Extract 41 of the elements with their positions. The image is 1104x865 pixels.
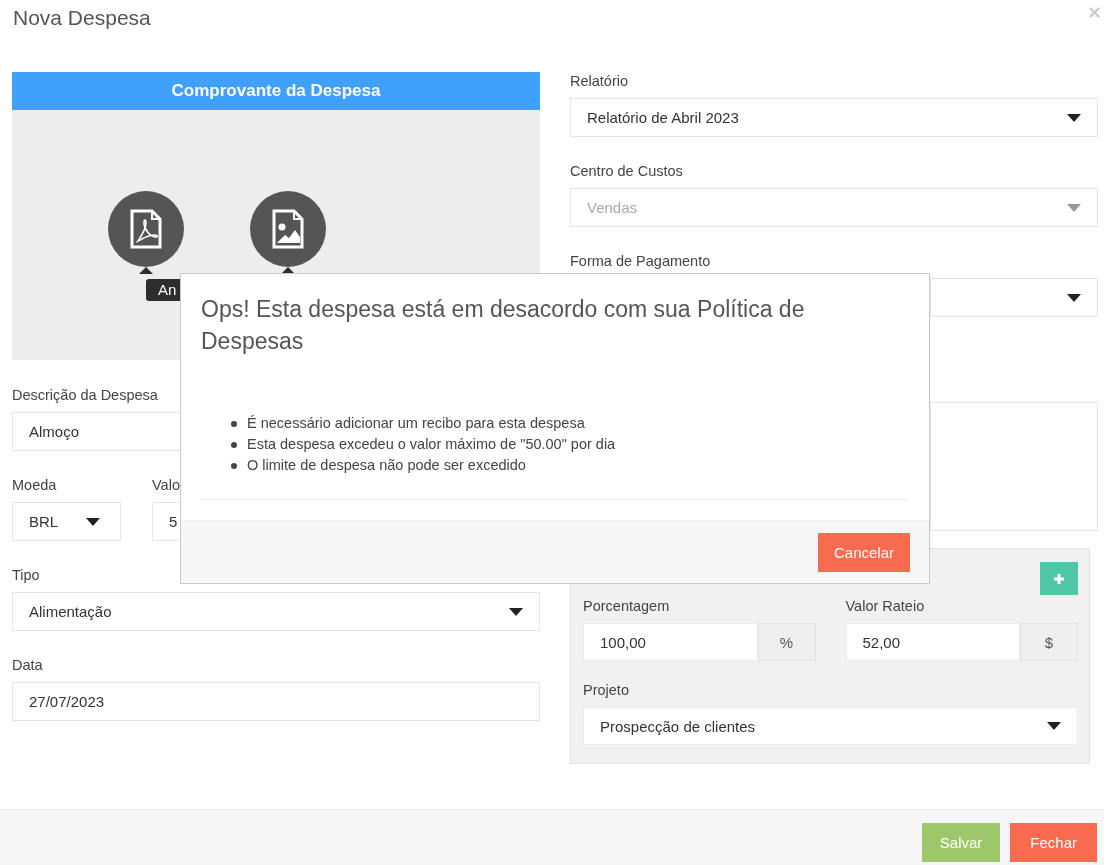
type-select[interactable]: Alimentação (12, 592, 540, 631)
percent-field[interactable]: 100,00 (583, 623, 758, 661)
tooltip-arrow-icon (139, 267, 153, 274)
caret-icon (1067, 113, 1081, 122)
caret-icon (1047, 722, 1061, 730)
bullet-icon (231, 420, 237, 427)
field-label: Forma de Pagamento (570, 252, 711, 270)
payment-select[interactable] (930, 278, 1098, 317)
field-label: Valo (152, 476, 180, 494)
alert-message: O limite de despesa não pode ser excedido (247, 456, 526, 475)
image-file-icon (271, 209, 305, 249)
report-select[interactable]: Relatório de Abril 2023 (570, 98, 1098, 137)
field-label: Relatório (570, 72, 629, 90)
project-select[interactable]: Prospecção de clientes (583, 707, 1078, 745)
field-label: Moeda (12, 476, 57, 494)
alert-message: É necessário adicionar um recibo para esta despesa (247, 414, 585, 433)
unit-addon: % (757, 623, 816, 661)
notes-textarea[interactable] (930, 402, 1098, 531)
currency-select[interactable]: BRL (12, 502, 121, 541)
receipt-header: Comprovante da Despesa (12, 72, 540, 110)
field-label: Porcentagem (583, 597, 670, 615)
plus-icon (1054, 573, 1064, 584)
add-button[interactable] (1040, 562, 1078, 595)
field-label: Data (12, 656, 43, 674)
field-label: Valor Rateio (845, 597, 925, 615)
caret-icon (1067, 203, 1081, 212)
allocation-value-field[interactable]: 52,00 (845, 623, 1020, 661)
field-label: Centro de Custos (570, 162, 683, 180)
field-label: Descrição da Despesa (12, 386, 158, 404)
field-label: Projeto (583, 681, 629, 699)
bullet-icon (231, 441, 237, 448)
caret-icon (509, 607, 523, 616)
bullet-icon (231, 462, 237, 469)
alert-message: Esta despesa excedeu o valor máximo de "50.00" por dia (247, 435, 616, 454)
dialog-title: Nova Despesa (13, 6, 151, 30)
caret-icon (86, 517, 100, 526)
unit-addon: $ (1020, 623, 1078, 661)
date-field[interactable]: 27/07/2023 (12, 682, 540, 721)
pdf-file-icon (129, 209, 163, 249)
caret-icon (1067, 293, 1081, 302)
field-label: Tipo (12, 566, 40, 584)
